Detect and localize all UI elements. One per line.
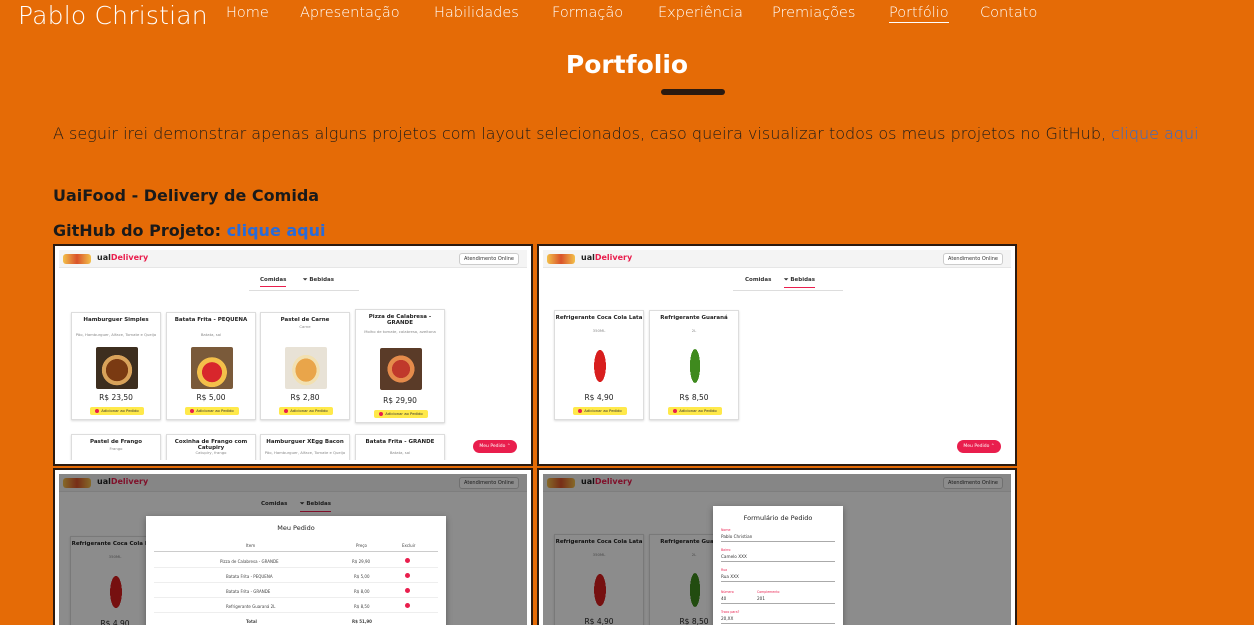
product-card: Pastel de Frango Frango xyxy=(71,434,161,460)
product-card: Batata Frita - GRANDE Batata, sal xyxy=(355,434,445,460)
add-to-order-button: Adicionar ao Pedido xyxy=(668,407,722,415)
nav-contato[interactable]: Contato xyxy=(980,5,1037,21)
nav-experiencia[interactable]: Experiência xyxy=(658,5,743,21)
meu-pedido-button: Meu Pedido ⌃ xyxy=(957,440,1001,453)
app-logo: ualDelivery xyxy=(581,253,633,262)
title-underline xyxy=(661,89,725,95)
product-image xyxy=(191,347,233,389)
project-github-line: GitHub do Projeto: clique aqui xyxy=(53,221,325,240)
delete-icon xyxy=(405,588,410,593)
screenshot-bebidas[interactable]: ualDelivery Atendimento Online Comidas ⏷… xyxy=(537,244,1017,466)
tab-bebidas: ⏷ Bebidas xyxy=(300,501,331,512)
app-header: ualDelivery Atendimento Online xyxy=(59,250,527,268)
form-field: Nome Pablo Christian xyxy=(721,528,835,542)
add-to-order-button: Adicionar ao Pedido xyxy=(90,407,144,415)
meu-pedido-modal: Meu Pedido Item Preço Excluir Pizza de C… xyxy=(146,516,446,625)
table-row: Batata Frita - GRANDE R$ 8,00 xyxy=(154,584,438,598)
atendimento-button: Atendimento Online xyxy=(459,477,519,489)
modal-title: Formulário de Pedido xyxy=(743,514,813,522)
add-to-order-button: Adicionar ao Pedido xyxy=(279,407,333,415)
app-header: ualDelivery Atendimento Online xyxy=(543,250,1011,268)
formulario-modal: Formulário de Pedido Nome Pablo Christia… xyxy=(713,506,843,625)
app-header: ualDelivery Atendimento Online xyxy=(543,474,1011,492)
product-image xyxy=(674,569,716,611)
app-logo-image xyxy=(63,254,91,264)
form-field: Bairro Camelo XXX xyxy=(721,548,835,562)
product-card: Pastel de Carne Carne R$ 2,80 Adicionar … xyxy=(260,312,350,420)
delete-icon xyxy=(405,603,410,608)
form-field: Troco para? 20,XX xyxy=(721,610,835,624)
product-image xyxy=(579,569,621,611)
product-image xyxy=(96,347,138,389)
screenshot-bebidas-view: ualDelivery Atendimento Online Comidas ⏷… xyxy=(543,250,1011,460)
nav-premiacoes[interactable]: Premiações xyxy=(772,5,855,21)
nav-portfolio[interactable]: Portfólio xyxy=(889,5,949,23)
screenshot-comidas[interactable]: ualDelivery Atendimento Online Comidas ⏷… xyxy=(53,244,533,466)
add-to-order-button: Adicionar ao Pedido xyxy=(185,407,239,415)
project-github-link[interactable]: clique aqui xyxy=(227,221,326,240)
app-logo: ualDelivery xyxy=(581,477,633,486)
delete-icon xyxy=(405,558,410,563)
product-image xyxy=(285,347,327,389)
product-card: Refrigerante Coca Cola Lata 350ML R$ 4,9… xyxy=(554,534,644,625)
app-logo-image xyxy=(547,478,575,488)
product-image xyxy=(95,571,137,613)
product-image xyxy=(579,345,621,387)
screenshot-comidas-view: ualDelivery Atendimento Online Comidas ⏷… xyxy=(59,250,527,460)
modal-table-header: Item Preço Excluir xyxy=(154,538,438,552)
screenshot-meu-pedido[interactable]: ualDelivery Atendimento Online Comidas ⏷… xyxy=(53,468,533,625)
product-card: Refrigerante Coca Cola Lata 350ML R$ 4,9… xyxy=(554,310,644,420)
app-logo-image xyxy=(547,254,575,264)
app-logo: ualDelivery xyxy=(97,253,149,262)
tabs-divider xyxy=(249,290,359,291)
modal-title: Meu Pedido xyxy=(277,524,315,532)
form-field: Rua Rua XXX xyxy=(721,568,835,582)
nav-home[interactable]: Home xyxy=(226,5,269,21)
intro-text: A seguir irei demonstrar apenas alguns p… xyxy=(53,124,1112,143)
table-row: Pizza de Calabresa - GRANDE R$ 29,90 xyxy=(154,554,438,568)
filter-icon: ⏷ xyxy=(300,501,307,507)
product-image xyxy=(380,348,422,390)
site-brand[interactable]: Pablo Christian xyxy=(18,1,208,30)
product-card: Refrigerante Guaraná 2L R$ 8,50 Adiciona… xyxy=(649,310,739,420)
add-to-order-button: Adicionar ao Pedido xyxy=(374,410,428,418)
meu-pedido-button: Meu Pedido ⌃ xyxy=(473,440,517,453)
atendimento-button: Atendimento Online xyxy=(459,253,519,265)
product-card: Batata Frita - PEQUENA Batata, sal R$ 5,… xyxy=(166,312,256,420)
tab-bebidas: ⏷ Bebidas xyxy=(303,277,334,283)
product-image xyxy=(674,345,716,387)
tab-bebidas: ⏷ Bebidas xyxy=(784,277,815,288)
app-tabs: Comidas ⏷ Bebidas xyxy=(543,277,1011,291)
atendimento-button: Atendimento Online xyxy=(943,477,1003,489)
delete-icon xyxy=(405,573,410,578)
app-tabs: Comidas ⏷ Bebidas xyxy=(59,501,527,515)
project-github-label: GitHub do Projeto: xyxy=(53,221,227,240)
product-card: Hamburguer XEgg Bacon Pão, Hamburguer, A… xyxy=(260,434,350,460)
table-row: Refrigerante Guaraná 2L R$ 8,50 xyxy=(154,599,438,613)
app-tabs: Comidas ⏷ Bebidas xyxy=(59,277,527,291)
product-card: Coxinha de Frango com Catupiry Catupiry,… xyxy=(166,434,256,460)
app-logo: ualDelivery xyxy=(97,477,149,486)
product-card: Pizza de Calabresa - GRANDE Molho de tom… xyxy=(355,309,445,423)
project-title: UaiFood - Delivery de Comida xyxy=(53,186,320,205)
tab-comidas: Comidas xyxy=(260,277,287,287)
product-card: Hamburguer Simples Pão, Hamburguer, Alfa… xyxy=(71,312,161,420)
add-to-order-button: Adicionar ao Pedido xyxy=(573,407,627,415)
intro-paragraph: A seguir irei demonstrar apenas alguns p… xyxy=(53,124,1199,143)
app-logo-image xyxy=(63,478,91,488)
form-field: Complemento 201 xyxy=(757,590,835,604)
nav-formacao[interactable]: Formação xyxy=(552,5,623,21)
tab-comidas: Comidas xyxy=(745,277,772,283)
app-header: ualDelivery Atendimento Online xyxy=(59,474,527,492)
section-title: Portfolio xyxy=(565,50,689,79)
tab-comidas: Comidas xyxy=(261,501,288,507)
screenshot-formulario[interactable]: ualDelivery Atendimento Online Refrigera… xyxy=(537,468,1017,625)
nav-apresentacao[interactable]: Apresentação xyxy=(300,5,400,21)
table-row: Batata Frita - PEQUENA R$ 5,00 xyxy=(154,569,438,583)
nav-habilidades[interactable]: Habilidades xyxy=(434,5,519,21)
atendimento-button: Atendimento Online xyxy=(943,253,1003,265)
table-total-row: Total R$ 51,90 xyxy=(154,614,438,625)
tabs-divider xyxy=(733,290,843,291)
intro-github-link[interactable]: clique aqui xyxy=(1111,124,1198,143)
